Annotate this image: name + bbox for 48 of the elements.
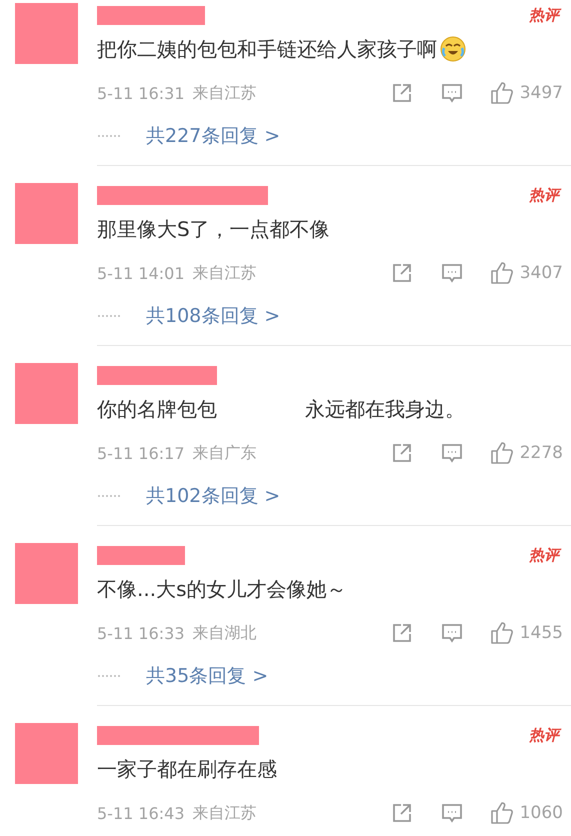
thumbs-up-icon[interactable] (490, 621, 514, 645)
share-icon[interactable] (390, 262, 413, 284)
comment-text: 一家子都在刷存在感 (97, 756, 277, 782)
comment-text: 你的名牌包包 (97, 396, 217, 422)
comment-time: 5-11 16:33 (97, 624, 185, 642)
comment-location: 来自江苏 (192, 262, 257, 284)
share-icon[interactable] (390, 82, 413, 104)
dots-icon (97, 134, 121, 138)
hot-comment-label: 热评 (529, 546, 559, 564)
share-icon[interactable] (390, 442, 413, 464)
replies-link[interactable]: 共227条回复 > (146, 123, 280, 149)
like-count: 3497 (520, 83, 563, 103)
comment-time: 5-11 16:31 (97, 84, 185, 102)
thumbs-up-icon[interactable] (490, 81, 514, 105)
hot-comment-label: 热评 (529, 186, 559, 204)
share-icon[interactable] (390, 802, 413, 824)
replies-link[interactable]: 共102条回复 > (146, 483, 280, 509)
comment-text: 永远都在我身边。 (305, 396, 465, 422)
comment-location: 来自江苏 (192, 82, 257, 104)
comment-text: 那里像大S了，一点都不像 (97, 216, 330, 242)
dots-icon (97, 314, 121, 318)
thumbs-up-icon[interactable] (490, 261, 514, 285)
replies-link[interactable]: 共35条回复 > (146, 663, 268, 689)
hot-comment-label: 热评 (529, 6, 559, 24)
comment-icon[interactable] (440, 262, 463, 284)
comment-location: 来自湖北 (192, 622, 257, 644)
comment-text: 不像...大s的女儿才会像她～ (97, 576, 346, 602)
comment-text: 把你二姨的包包和手链还给人家孩子啊 (97, 36, 437, 62)
share-icon[interactable] (390, 622, 413, 644)
comment-icon[interactable] (440, 442, 463, 464)
hot-comment-label: 热评 (529, 726, 559, 744)
thumbs-up-icon[interactable] (490, 801, 514, 825)
replies-link[interactable]: 共108条回复 > (146, 303, 280, 329)
comment-time: 5-11 16:17 (97, 444, 185, 462)
comment-time: 5-11 14:01 (97, 264, 185, 282)
thumbs-up-icon[interactable] (490, 441, 514, 465)
comment-location: 来自广东 (192, 442, 257, 464)
comment-time: 5-11 16:43 (97, 804, 185, 822)
comment-icon[interactable] (440, 622, 463, 644)
like-count: 1455 (520, 623, 563, 643)
comment-icon[interactable] (440, 802, 463, 824)
comment-icon[interactable] (440, 82, 463, 104)
comment-location: 来自江苏 (192, 802, 257, 824)
like-count: 1060 (520, 803, 563, 823)
like-count: 2278 (520, 443, 563, 463)
dots-icon (97, 674, 121, 678)
like-count: 3407 (520, 263, 563, 283)
dots-icon (97, 494, 121, 498)
